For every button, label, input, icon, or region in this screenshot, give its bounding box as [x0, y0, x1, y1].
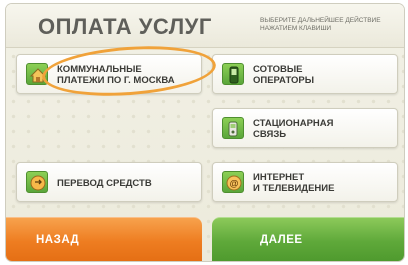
- mobile-operators-button[interactable]: СОТОВЫЕ ОПЕРАТОРЫ: [212, 54, 398, 94]
- transfer-icon: [26, 171, 48, 193]
- funds-transfer-label: ПЕРЕВОД СРЕДСТВ: [57, 177, 152, 189]
- landline-button[interactable]: СТАЦИОНАРНАЯ СВЯЗЬ: [212, 108, 398, 148]
- landline-phone-icon: [222, 117, 244, 139]
- landline-label: СТАЦИОНАРНАЯ СВЯЗЬ: [253, 118, 334, 140]
- header: ОПЛАТА УСЛУГ ВЫБЕРИТЕ ДАЛЬНЕЙШЕЕ ДЕЙСТВИ…: [6, 4, 404, 48]
- page-title: ОПЛАТА УСЛУГ: [38, 14, 212, 39]
- back-label: НАЗАД: [36, 234, 80, 246]
- internet-tv-label: ИНТЕРНЕТ И ТЕЛЕВИДЕНИЕ: [253, 172, 335, 194]
- funds-transfer-button[interactable]: ПЕРЕВОД СРЕДСТВ: [16, 162, 202, 202]
- atm-frame: ОПЛАТА УСЛУГ ВЫБЕРИТЕ ДАЛЬНЕЙШЕЕ ДЕЙСТВИ…: [0, 0, 408, 265]
- utilities-moscow-label: КОММУНАЛЬНЫЕ ПЛАТЕЖИ ПО г. МОСКВА: [57, 64, 175, 86]
- mobile-operators-label: СОТОВЫЕ ОПЕРАТОРЫ: [253, 64, 315, 86]
- house-icon: [26, 63, 48, 85]
- utilities-moscow-button[interactable]: КОММУНАЛЬНЫЕ ПЛАТЕЖИ ПО г. МОСКВА: [16, 54, 202, 94]
- internet-icon: @: [222, 171, 244, 193]
- svg-text:@: @: [230, 179, 239, 189]
- internet-tv-button[interactable]: @ ИНТЕРНЕТ И ТЕЛЕВИДЕНИЕ: [212, 162, 398, 202]
- instruction-hint: ВЫБЕРИТЕ ДАЛЬНЕЙШЕЕ ДЕЙСТВИЕ НАЖАТИЕМ КЛ…: [260, 17, 381, 32]
- atm-screen: ОПЛАТА УСЛУГ ВЫБЕРИТЕ ДАЛЬНЕЙШЕЕ ДЕЙСТВИ…: [6, 4, 404, 261]
- next-label: ДАЛЕЕ: [260, 234, 303, 246]
- back-button[interactable]: НАЗАД: [6, 217, 202, 261]
- next-button[interactable]: ДАЛЕЕ: [212, 217, 404, 261]
- mobile-phone-icon: [222, 63, 244, 85]
